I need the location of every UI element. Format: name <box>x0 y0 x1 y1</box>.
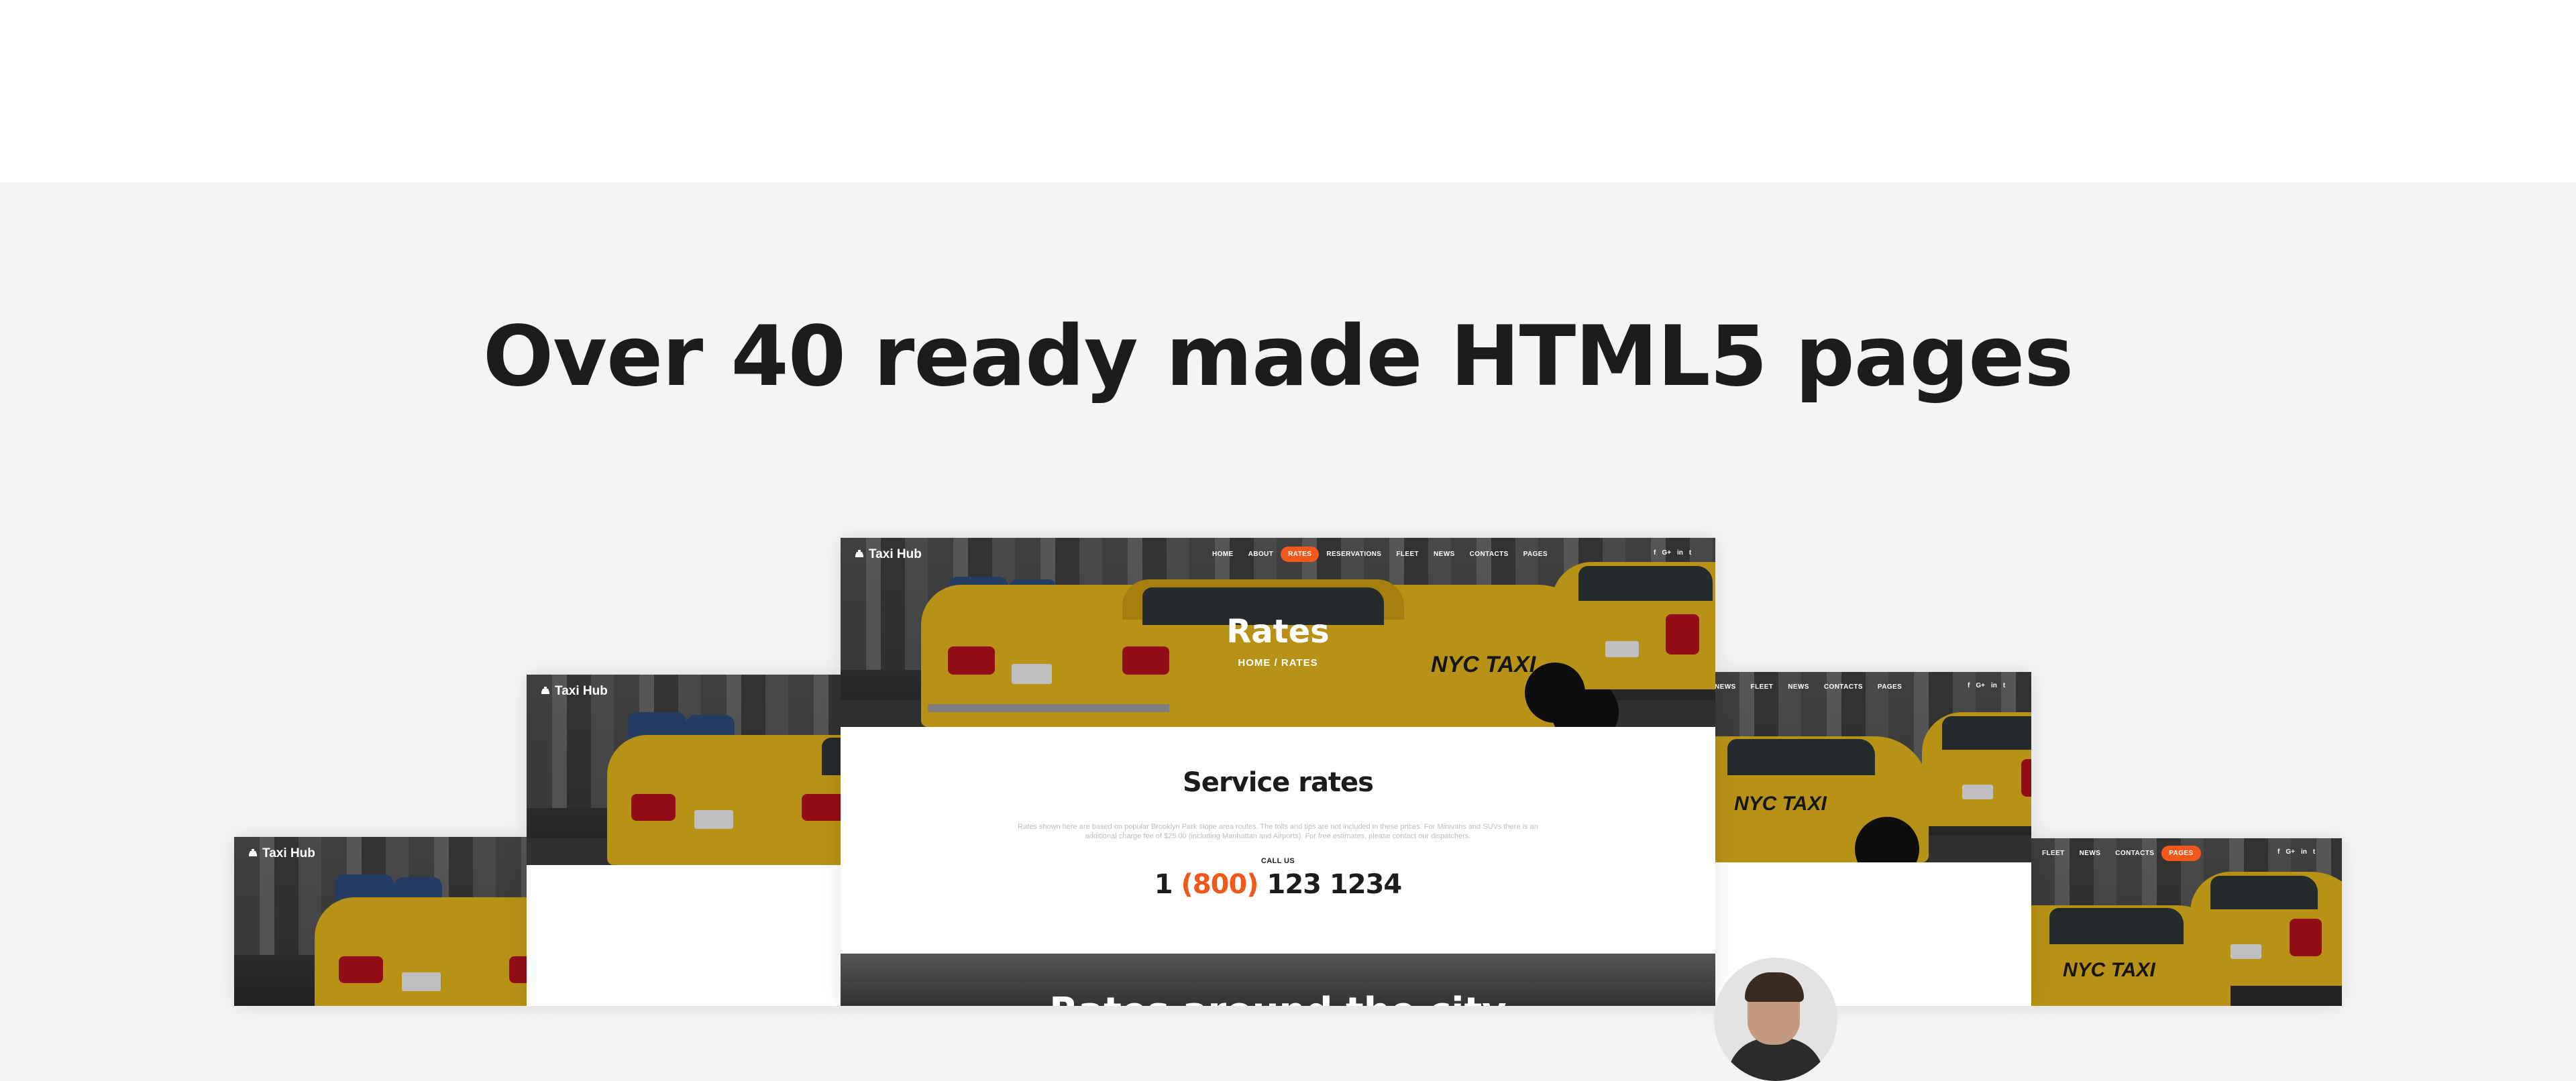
brand-name: Taxi Hub <box>262 846 315 860</box>
nav-pages[interactable]: PAGES <box>1516 547 1555 562</box>
nav-fleet[interactable]: FLEET <box>1389 547 1426 562</box>
site-navbar: Taxi Hub <box>527 675 842 708</box>
nav-news[interactable]: NEWS <box>1426 547 1462 562</box>
nav-contacts[interactable]: CONTACTS <box>1817 679 1870 695</box>
nav-news[interactable]: NEWS <box>1714 679 1743 695</box>
taxi-icon <box>855 550 863 557</box>
nav-contacts[interactable]: CONTACTS <box>2108 846 2161 861</box>
nav-news[interactable]: NEWS <box>2072 846 2108 861</box>
site-navbar: Taxi Hub <box>234 837 528 870</box>
hero-title: Rates <box>1226 613 1330 650</box>
brand-name: Taxi Hub <box>869 547 922 561</box>
mockup-page-left-1: Taxi Hub <box>527 675 842 1006</box>
facebook-icon[interactable]: f <box>2277 848 2279 856</box>
social-links: f G+ in t <box>2277 848 2315 856</box>
nav-news[interactable]: NEWS <box>1780 679 1817 695</box>
google-plus-icon[interactable]: G+ <box>2286 848 2295 856</box>
taxi-icon <box>249 849 257 856</box>
nav-rates[interactable]: RATES <box>1281 547 1320 562</box>
nav-pages[interactable]: PAGES <box>1870 679 1909 695</box>
nav-pages[interactable]: PAGES <box>2161 846 2201 861</box>
site-navbar: Taxi Hub HOME ABOUT RATES RESERVATIONS F… <box>841 538 1715 571</box>
driver-avatar <box>1714 958 1837 1081</box>
brand-logo[interactable]: Taxi Hub <box>248 846 315 861</box>
service-rates-title: Service rates <box>1183 767 1374 798</box>
facebook-icon[interactable]: f <box>1968 682 1970 689</box>
mockup-page-left-2: Taxi Hub <box>234 837 528 1006</box>
linkedin-icon[interactable]: in <box>2301 848 2307 856</box>
main-nav: NEWS FLEET NEWS CONTACTS PAGES <box>1714 679 1909 695</box>
mockup-page-right-2: NYC TAXI FLEET NEWS CONTACTS PAGES f G+ … <box>2029 838 2342 1006</box>
twitter-icon[interactable]: t <box>2003 682 2005 689</box>
linkedin-icon[interactable]: in <box>1677 549 1683 557</box>
mockup-page-right-1: NYC TAXI NEWS FLEET NEWS CONTACTS PAGES … <box>1714 672 2031 1006</box>
brand-name: Taxi Hub <box>555 684 608 698</box>
site-navbar: NEWS FLEET NEWS CONTACTS PAGES f G+ in t <box>1714 672 2031 705</box>
rates-city-title: Rates around the city <box>841 990 1715 1006</box>
main-nav: FLEET NEWS CONTACTS PAGES <box>2035 846 2201 861</box>
page-headline: Over 40 ready made HTML5 pages <box>482 308 2074 405</box>
rates-city-section: Rates around the city <box>841 954 1715 1006</box>
nav-fleet[interactable]: FLEET <box>2035 846 2072 861</box>
social-links: f G+ in t <box>1968 682 2005 689</box>
twitter-icon[interactable]: t <box>1689 549 1691 557</box>
nav-home[interactable]: HOME <box>1205 547 1241 562</box>
social-links: f G+ in t <box>1654 549 1691 557</box>
main-nav: HOME ABOUT RATES RESERVATIONS FLEET NEWS… <box>1205 547 1555 562</box>
brand-logo[interactable]: Taxi Hub <box>854 547 922 562</box>
nav-contacts[interactable]: CONTACTS <box>1462 547 1516 562</box>
call-us-label: CALL US <box>1260 857 1295 865</box>
facebook-icon[interactable]: f <box>1654 549 1656 557</box>
twitter-icon[interactable]: t <box>2313 848 2315 856</box>
nav-about[interactable]: ABOUT <box>1241 547 1281 562</box>
service-rates-description: Rates shown here are based on popular Br… <box>1018 823 1538 840</box>
mockup-rates-page: NYC TAXI Taxi Hub HOME ABOUT RATES RESER… <box>841 538 1715 1006</box>
taxi-icon <box>541 687 549 694</box>
nav-reservations[interactable]: RESERVATIONS <box>1319 547 1389 562</box>
google-plus-icon[interactable]: G+ <box>1976 682 1985 689</box>
breadcrumb: HOME / RATES <box>1238 657 1318 669</box>
brand-logo[interactable]: Taxi Hub <box>540 684 608 699</box>
google-plus-icon[interactable]: G+ <box>1662 549 1671 557</box>
site-navbar: FLEET NEWS CONTACTS PAGES f G+ in t <box>2029 838 2342 872</box>
top-band <box>0 0 2576 182</box>
linkedin-icon[interactable]: in <box>1991 682 1997 689</box>
phone-number[interactable]: 1 (800) 123 1234 <box>841 869 1715 900</box>
nav-fleet[interactable]: FLEET <box>1743 679 1781 695</box>
